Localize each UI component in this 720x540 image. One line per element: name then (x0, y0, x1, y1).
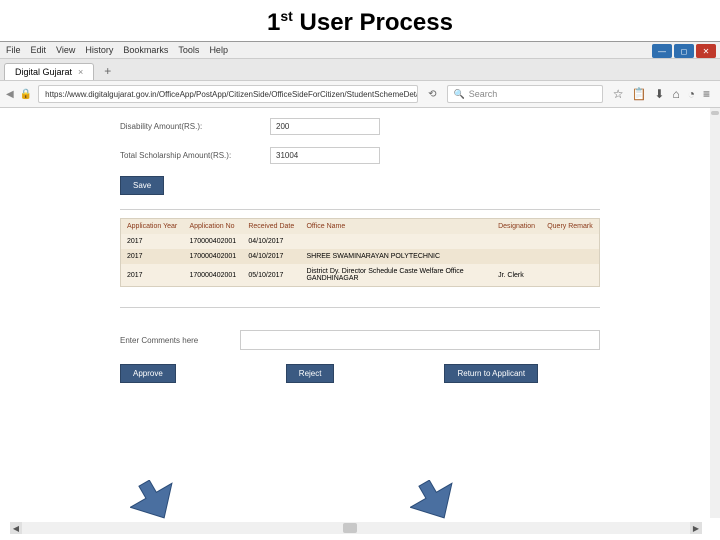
menu-help[interactable]: Help (209, 45, 228, 55)
application-table: Application Year Application No Received… (120, 218, 600, 287)
menu-view[interactable]: View (56, 45, 75, 55)
annotation-arrow-return (410, 480, 460, 520)
disability-amount-label: Disability Amount(RS.): (120, 122, 270, 131)
col-remark: Query Remark (541, 219, 599, 235)
hscroll-right-arrow[interactable]: ▶ (690, 522, 702, 534)
slide-title: 1st User Process (0, 0, 720, 41)
tab-row: Digital Gujarat × + (0, 59, 720, 81)
home-icon[interactable]: ⌂ (672, 87, 679, 101)
disability-amount-input[interactable]: 200 (270, 118, 380, 135)
page-content: Disability Amount(RS.): 200 Total Schola… (0, 108, 720, 538)
url-field[interactable]: https://www.digitalgujarat.gov.in/Office… (38, 85, 418, 103)
search-icon: 🔍 (454, 89, 465, 100)
title-post: User Process (293, 9, 453, 36)
tab-title: Digital Gujarat (15, 67, 72, 77)
cell: 2017 (121, 249, 184, 264)
menu-bookmarks[interactable]: Bookmarks (123, 45, 168, 55)
cell: 2017 (121, 264, 184, 287)
vscroll-thumb[interactable] (711, 111, 719, 115)
menu-history[interactable]: History (85, 45, 113, 55)
search-placeholder: Search (469, 89, 498, 99)
star-icon[interactable]: ☆ (613, 87, 624, 101)
total-scholarship-label: Total Scholarship Amount(RS.): (120, 151, 270, 160)
maximize-button[interactable]: ◻ (674, 44, 694, 58)
reject-button[interactable]: Reject (286, 364, 335, 383)
col-appno: Application No (183, 219, 242, 235)
hscroll-left-arrow[interactable]: ◀ (10, 522, 22, 534)
close-window-button[interactable]: ✕ (696, 44, 716, 58)
window-controls: — ◻ ✕ (652, 44, 716, 58)
title-sup: st (280, 8, 292, 24)
url-text: https://www.digitalgujarat.gov.in/Office… (45, 90, 418, 99)
comments-input[interactable] (240, 330, 600, 350)
cell: 170000402001 (183, 234, 242, 249)
cell: 04/10/2017 (242, 234, 300, 249)
save-button[interactable]: Save (120, 176, 164, 195)
col-year: Application Year (121, 219, 184, 235)
title-pre: 1 (267, 9, 280, 36)
cell (541, 264, 599, 287)
new-tab-button[interactable]: + (98, 62, 117, 80)
cell (492, 249, 541, 264)
horizontal-scrollbar[interactable]: ◀ ▶ (10, 522, 702, 534)
divider (120, 307, 600, 308)
menu-file[interactable]: File (6, 45, 21, 55)
cell: 2017 (121, 234, 184, 249)
table-row: 2017 170000402001 05/10/2017 District Dy… (121, 264, 600, 287)
browser-window: File Edit View History Bookmarks Tools H… (0, 41, 720, 538)
cell: District Dy. Director Schedule Caste Wel… (300, 264, 492, 287)
back-icon[interactable]: ◀ (6, 89, 14, 100)
col-desig: Designation (492, 219, 541, 235)
sync-icon[interactable]: ◔ (688, 87, 695, 101)
menubar: File Edit View History Bookmarks Tools H… (0, 42, 720, 59)
browser-tab[interactable]: Digital Gujarat × (4, 63, 94, 80)
refresh-icon[interactable]: ⟲ (424, 89, 440, 100)
cell (300, 234, 492, 249)
cell (541, 234, 599, 249)
minimize-button[interactable]: — (652, 44, 672, 58)
search-input[interactable]: 🔍 Search (447, 85, 603, 103)
menu-icon[interactable]: ≡ (703, 87, 710, 101)
hscroll-thumb[interactable] (343, 523, 357, 533)
return-to-applicant-button[interactable]: Return to Applicant (444, 364, 538, 383)
cell (541, 249, 599, 264)
lock-icon: 🔒 (20, 89, 32, 100)
cell: 05/10/2017 (242, 264, 300, 287)
cell: Jr. Clerk (492, 264, 541, 287)
col-date: Received Date (242, 219, 300, 235)
table-row: 2017 170000402001 04/10/2017 SHREE SWAMI… (121, 249, 600, 264)
cell: SHREE SWAMINARAYAN POLYTECHNIC (300, 249, 492, 264)
divider (120, 209, 600, 210)
table-row: 2017 170000402001 04/10/2017 (121, 234, 600, 249)
col-office: Office Name (300, 219, 492, 235)
total-scholarship-input[interactable]: 31004 (270, 147, 380, 164)
vertical-scrollbar[interactable] (710, 108, 720, 518)
download-icon[interactable]: ⬇ (654, 87, 664, 101)
menu-edit[interactable]: Edit (31, 45, 47, 55)
toolbar-icons: ☆ 📋 ⬇ ⌂ ◔ ≡ (609, 87, 714, 101)
menu-tools[interactable]: Tools (178, 45, 199, 55)
tab-close-icon[interactable]: × (78, 67, 83, 77)
cell (492, 234, 541, 249)
address-bar: ◀ 🔒 https://www.digitalgujarat.gov.in/Of… (0, 81, 720, 108)
annotation-arrow-approve (130, 480, 180, 520)
approve-button[interactable]: Approve (120, 364, 176, 383)
clipboard-icon[interactable]: 📋 (631, 87, 646, 101)
cell: 04/10/2017 (242, 249, 300, 264)
cell: 170000402001 (183, 249, 242, 264)
comments-label: Enter Comments here (120, 336, 240, 345)
cell: 170000402001 (183, 264, 242, 287)
hscroll-track[interactable] (22, 523, 690, 533)
